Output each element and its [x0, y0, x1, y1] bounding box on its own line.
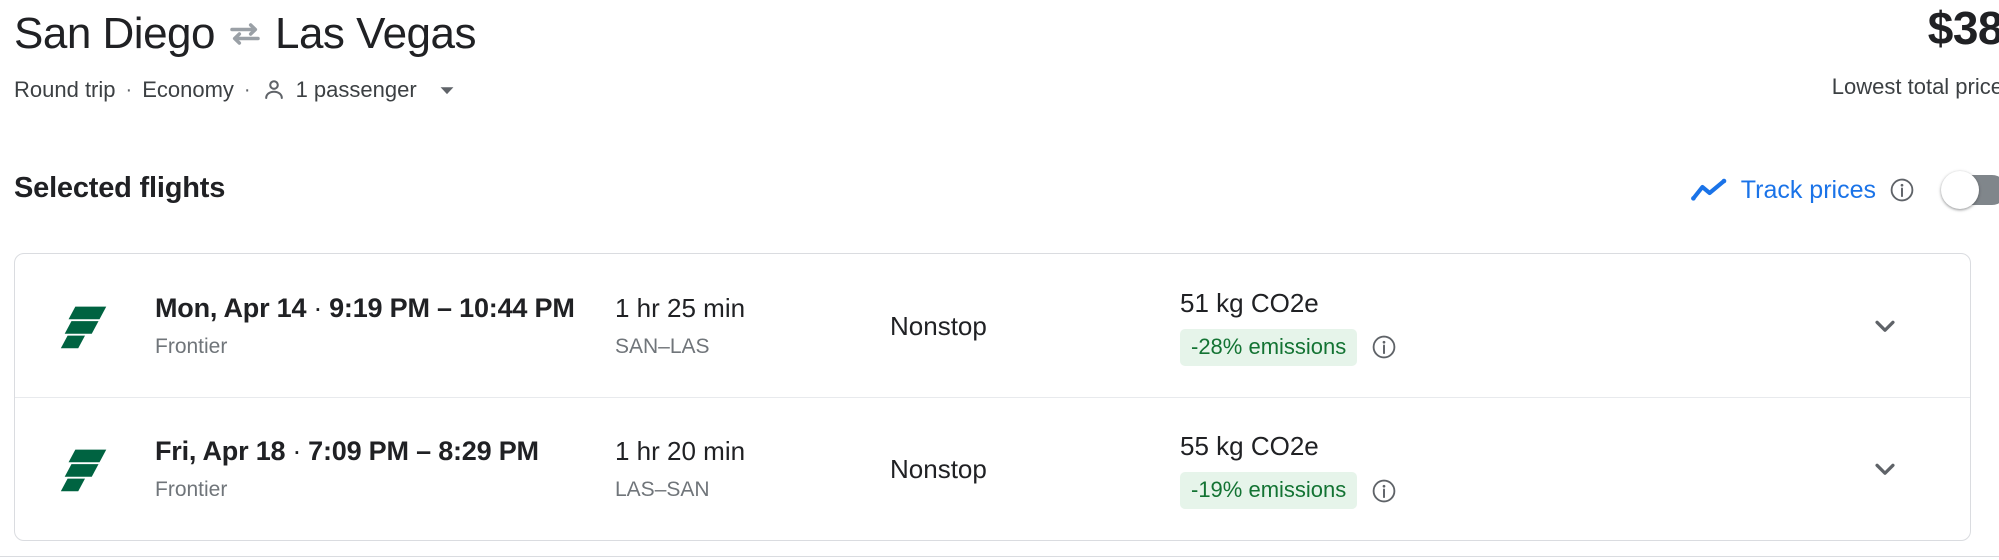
selected-flights-bar: Selected flights Track prices — [0, 168, 1999, 228]
trip-type[interactable]: Round trip — [14, 75, 116, 105]
cabin-class[interactable]: Economy — [142, 75, 234, 105]
airline-logo-cell — [15, 297, 155, 355]
co2-amount: 51 kg CO2e — [1180, 287, 1319, 318]
airline-logo-cell — [15, 440, 155, 498]
route-title: San Diego Las Vegas — [14, 8, 476, 60]
times-separator: · — [292, 436, 302, 466]
separator-2: · — [243, 79, 251, 101]
swap-horizontal-arrows-icon[interactable] — [223, 12, 267, 56]
person-icon — [261, 77, 287, 103]
price-caption: Lowest total price — [1831, 74, 1999, 99]
flight-duration-cell: 1 hr 25 min SAN–LAS — [615, 291, 890, 361]
emissions-badge: -19% emissions — [1180, 472, 1358, 509]
info-circle-icon[interactable] — [1371, 478, 1397, 504]
itinerary-header: San Diego Las Vegas Round trip · Economy… — [0, 0, 1999, 130]
track-prices-label[interactable]: Track prices — [1741, 174, 1876, 206]
chevron-down-icon[interactable] — [1861, 302, 1909, 350]
trending-line-icon — [1690, 175, 1727, 205]
airline-name: Frontier — [155, 478, 228, 501]
frontier-airlines-logo — [56, 297, 114, 355]
flight-row[interactable]: Fri, Apr 18 · 7:09 PM – 8:29 PM Frontier 1… — [15, 397, 1970, 540]
info-circle-icon[interactable] — [1889, 177, 1915, 203]
separator-1: · — [125, 79, 133, 101]
co2-badge-row: -28% emissions — [1180, 328, 1800, 366]
passenger-count[interactable]: 1 passenger — [296, 75, 417, 105]
flight-route: SAN–LAS — [615, 334, 710, 358]
co2-badge-row: -19% emissions — [1180, 472, 1800, 509]
trip-summary: Round trip · Economy · 1 passenger — [14, 75, 461, 105]
toggle-knob — [1941, 171, 1979, 209]
flight-times: Mon, Apr 14 · 9:19 PM – 10:44 PM — [155, 291, 615, 325]
section-title: Selected flights — [14, 172, 226, 204]
origin-city: San Diego — [14, 9, 215, 58]
times-separator: · — [313, 292, 323, 323]
track-prices-toggle[interactable] — [1941, 171, 1999, 209]
expand-cell[interactable] — [1800, 445, 1970, 493]
caret-down-icon[interactable] — [433, 76, 461, 104]
flight-date: Mon, Apr 14 — [155, 292, 307, 323]
total-price: $38 — [1927, 2, 1999, 54]
flight-duration: 1 hr 25 min — [615, 292, 746, 323]
info-circle-icon[interactable] — [1371, 334, 1397, 360]
airline-name: Frontier — [155, 334, 228, 358]
flight-stops: Nonstop — [890, 454, 987, 484]
flight-time-range: 7:09 PM – 8:29 PM — [308, 436, 539, 466]
flight-date: Fri, Apr 18 — [155, 436, 286, 466]
flight-times-cell: Mon, Apr 14 · 9:19 PM – 10:44 PM Frontier — [155, 291, 615, 361]
destination-city: Las Vegas — [274, 9, 477, 58]
flight-route: LAS–SAN — [615, 478, 710, 501]
flight-time-range: 9:19 PM – 10:44 PM — [329, 292, 575, 323]
co2-amount: 55 kg CO2e — [1180, 431, 1319, 461]
chevron-down-icon[interactable] — [1861, 445, 1909, 493]
flight-emissions-cell: 55 kg CO2e -19% emissions — [1180, 429, 1800, 509]
expand-cell[interactable] — [1800, 302, 1970, 350]
frontier-airlines-logo — [56, 440, 114, 498]
flight-row[interactable]: Mon, Apr 14 · 9:19 PM – 10:44 PM Frontier … — [15, 254, 1970, 397]
selected-flights-card: Mon, Apr 14 · 9:19 PM – 10:44 PM Frontier … — [14, 253, 1971, 541]
flight-times-cell: Fri, Apr 18 · 7:09 PM – 8:29 PM Frontier — [155, 434, 615, 504]
emissions-badge: -28% emissions — [1180, 328, 1358, 366]
flight-emissions-cell: 51 kg CO2e -28% emissions — [1180, 286, 1800, 366]
flight-times: Fri, Apr 18 · 7:09 PM – 8:29 PM — [155, 434, 615, 468]
price-block: $38 Lowest total price — [1832, 0, 1999, 102]
flight-duration: 1 hr 20 min — [615, 436, 746, 466]
track-prices-control[interactable]: Track prices — [1690, 168, 1999, 212]
flight-stops: Nonstop — [890, 310, 987, 341]
page-divider — [0, 556, 1999, 557]
flight-duration-cell: 1 hr 20 min LAS–SAN — [615, 434, 890, 504]
